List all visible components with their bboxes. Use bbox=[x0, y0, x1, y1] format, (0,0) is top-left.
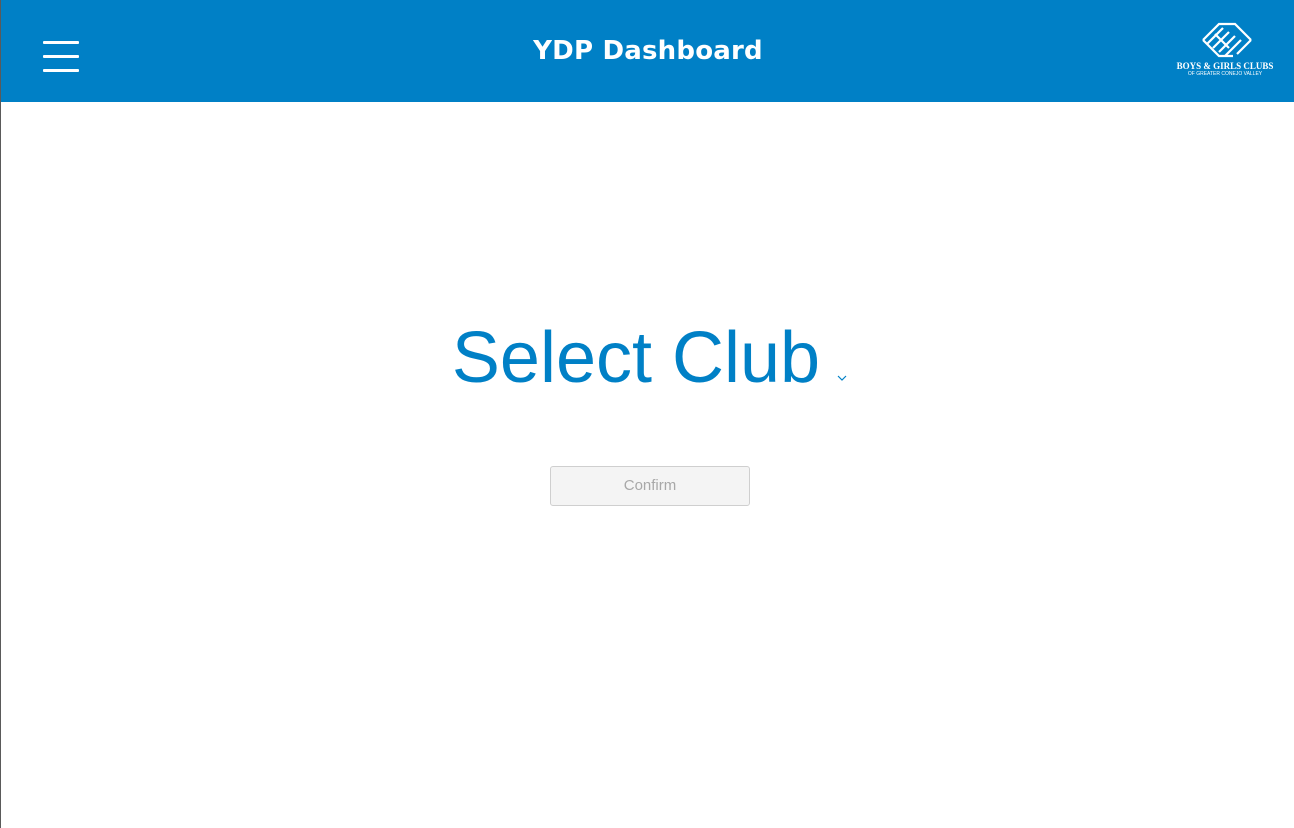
logo-text-main: BOYS & GIRLS CLUBS bbox=[1176, 61, 1274, 71]
confirm-button[interactable]: Confirm bbox=[550, 466, 750, 506]
menu-bar-bottom bbox=[43, 69, 79, 72]
boys-and-girls-clubs-logo: BOYS & GIRLS CLUBS OF GREATER CONEJO VAL… bbox=[1171, 20, 1279, 82]
page-title: YDP Dashboard bbox=[533, 36, 763, 66]
logo-text-sub: OF GREATER CONEJO VALLEY bbox=[1187, 71, 1263, 77]
club-select-label: Select Club bbox=[451, 318, 821, 398]
club-select-dropdown[interactable]: Select Club bbox=[441, 310, 861, 406]
app-frame: YDP Dashboard BOYS & GIRLS CLUBS OF GREA… bbox=[0, 0, 1294, 828]
clubs-logo-mark-icon bbox=[1202, 22, 1252, 58]
chevron-down-icon bbox=[837, 375, 847, 381]
app-header: YDP Dashboard BOYS & GIRLS CLUBS OF GREA… bbox=[1, 0, 1294, 102]
